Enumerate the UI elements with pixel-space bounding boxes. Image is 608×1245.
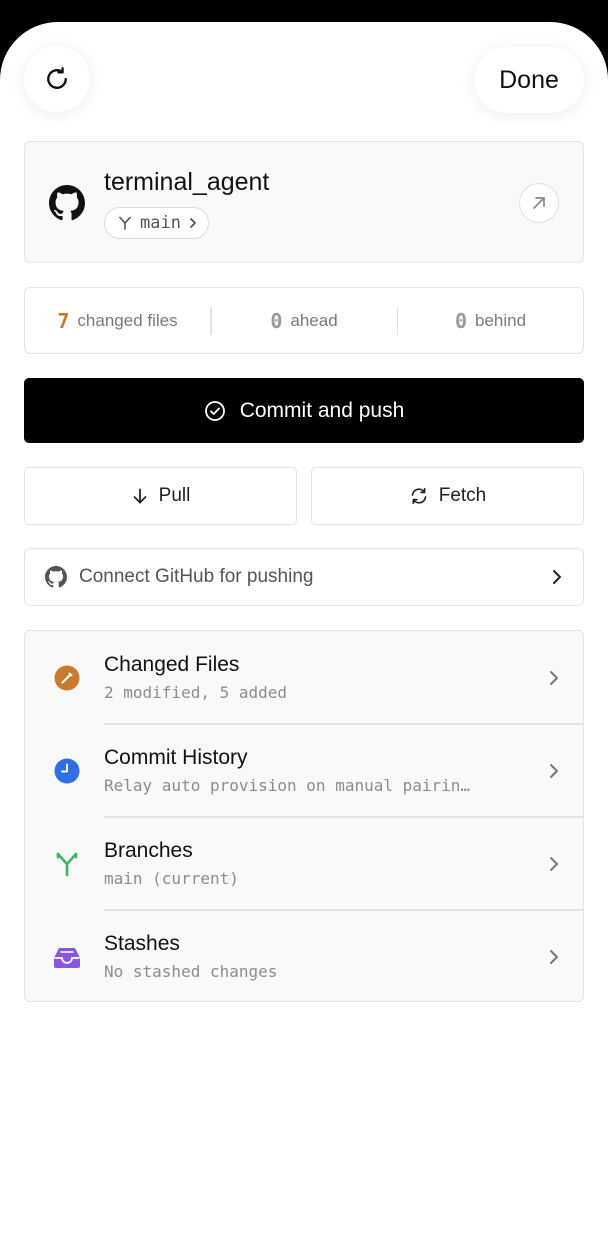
list-item-subtitle: 2 modified, 5 added xyxy=(104,683,288,702)
pull-button[interactable]: Pull xyxy=(24,467,297,525)
commit-and-push-label: Commit and push xyxy=(239,398,405,422)
list-item-title: Changed Files xyxy=(104,653,240,676)
repo-name: terminal_agent xyxy=(104,168,270,196)
source-control-sheet: Done terminal_agent main 7 changed files… xyxy=(0,22,608,1245)
fetch-label: Fetch xyxy=(438,485,487,506)
refresh-button[interactable] xyxy=(24,46,90,112)
list-item-changed-files[interactable]: Changed Files 2 modified, 5 added xyxy=(25,631,582,724)
chevron-right-icon xyxy=(550,950,558,964)
changed-count: 7 xyxy=(57,308,70,333)
chevron-right-icon xyxy=(550,671,558,685)
open-repo-button[interactable] xyxy=(519,183,559,223)
chevron-right-icon xyxy=(190,218,196,228)
list-item-stashes[interactable]: Stashes No stashed changes xyxy=(25,910,582,1003)
clock-icon xyxy=(54,758,80,784)
ahead-count: 0 xyxy=(270,308,283,333)
arrow-up-right-icon xyxy=(533,197,545,209)
sections-list: Changed Files 2 modified, 5 added Commit… xyxy=(24,630,584,1002)
list-item-branches[interactable]: Branches main (current) xyxy=(25,817,582,910)
branch-selector[interactable]: main xyxy=(104,207,209,239)
pencil-circle-icon xyxy=(54,665,80,691)
pull-label: Pull xyxy=(158,485,191,506)
github-icon xyxy=(49,185,85,221)
list-item-subtitle: main (current) xyxy=(104,869,239,888)
refresh-icon xyxy=(47,67,67,89)
list-item-commit-history[interactable]: Commit History Relay auto provision on m… xyxy=(25,724,582,817)
list-item-title: Commit History xyxy=(104,746,248,769)
chevron-right-icon xyxy=(550,857,558,871)
chevron-right-icon xyxy=(550,764,558,778)
stat-changed-files: 7 changed files xyxy=(25,309,210,333)
branch-name: main xyxy=(140,213,181,233)
tray-icon xyxy=(54,948,80,968)
branch-icon xyxy=(119,216,131,230)
changed-label: changed files xyxy=(77,310,178,330)
repo-stats: 7 changed files 0 ahead 0 behind xyxy=(24,287,584,354)
list-item-subtitle: No stashed changes xyxy=(104,962,278,981)
connect-github-row[interactable]: Connect GitHub for pushing xyxy=(24,548,584,606)
branch-icon xyxy=(56,852,78,877)
behind-count: 0 xyxy=(454,308,467,333)
fetch-button[interactable]: Fetch xyxy=(311,467,584,525)
github-icon xyxy=(45,566,67,588)
list-item-subtitle: Relay auto provision on manual pairin… xyxy=(104,776,471,795)
behind-label: behind xyxy=(474,310,527,330)
chevron-right-icon xyxy=(553,570,561,584)
connect-github-label: Connect GitHub for pushing xyxy=(79,566,314,587)
list-item-title: Stashes xyxy=(104,932,180,955)
commit-and-push-button[interactable]: Commit and push xyxy=(24,378,584,443)
check-circle-icon xyxy=(204,400,225,421)
stat-ahead: 0 ahead xyxy=(212,309,397,333)
list-item-title: Branches xyxy=(104,839,193,862)
arrow-down-icon xyxy=(133,488,147,504)
repo-card: terminal_agent main xyxy=(24,141,584,263)
sync-icon xyxy=(411,487,427,505)
ahead-label: ahead xyxy=(290,310,338,330)
stat-behind: 0 behind xyxy=(398,309,583,333)
done-button[interactable]: Done xyxy=(474,47,584,113)
